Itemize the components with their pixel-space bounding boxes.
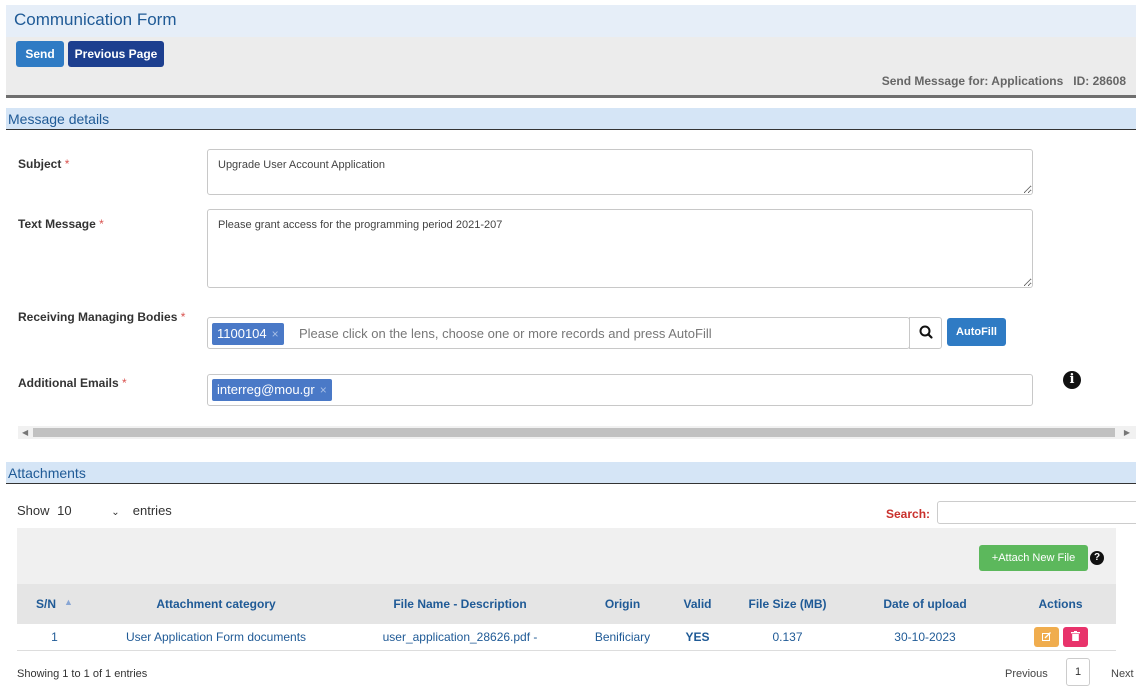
column-header-origin[interactable]: Origin: [580, 584, 665, 624]
delete-button[interactable]: [1062, 626, 1088, 647]
toolbar: Send Previous Page Send Message for: App…: [6, 37, 1136, 98]
column-header-sn[interactable]: S/N ▲: [17, 584, 92, 624]
title-bar: Communication Form: [6, 5, 1136, 37]
email-tag[interactable]: interreg@mou.gr ×: [212, 379, 332, 401]
text-message-label: Text Message *: [18, 217, 104, 231]
receiving-bodies-placeholder: Please click on the lens, choose one or …: [299, 326, 712, 341]
scroll-left-icon[interactable]: ◀: [22, 426, 28, 439]
cell-size: 0.137: [730, 624, 845, 651]
table-header-row: S/N ▲ Attachment category File Name - Des…: [17, 584, 1116, 624]
scrollbar-thumb[interactable]: [33, 428, 1115, 437]
required-mark: *: [99, 217, 104, 231]
additional-emails-select[interactable]: interreg@mou.gr ×: [207, 374, 1033, 406]
attachments-table: S/N ▲ Attachment category File Name - Des…: [17, 584, 1116, 651]
column-header-actions: Actions: [1005, 584, 1116, 624]
pagination-previous[interactable]: Previous: [1005, 668, 1048, 680]
tag-remove-icon[interactable]: ×: [272, 327, 279, 341]
pagination-next[interactable]: Next: [1111, 668, 1134, 680]
table-row: 1 User Application Form documents user_a…: [17, 624, 1116, 651]
cell-category: User Application Form documents: [92, 624, 340, 651]
column-header-label: S/N: [36, 597, 57, 611]
search-icon: [919, 325, 933, 339]
horizontal-scrollbar[interactable]: ◀ ▶: [18, 426, 1136, 439]
additional-emails-label: Additional Emails *: [18, 376, 127, 390]
table-info: Showing 1 to 1 of 1 entries: [17, 668, 148, 680]
cell-origin: Benificiary: [580, 624, 665, 651]
cell-date: 30-10-2023: [845, 624, 1005, 651]
cell-sn: 1: [17, 624, 92, 651]
text-message-label-text: Text Message: [18, 217, 96, 231]
column-header-valid[interactable]: Valid: [665, 584, 730, 624]
send-button[interactable]: Send: [16, 41, 64, 67]
info-icon[interactable]: i: [1063, 371, 1081, 389]
message-details-header: Message details: [6, 108, 1136, 130]
lens-search-button[interactable]: [909, 317, 942, 349]
autofill-button[interactable]: AutoFill: [947, 318, 1006, 346]
search-label: Search:: [886, 507, 931, 521]
subject-label-text: Subject: [18, 157, 62, 171]
tag-remove-icon[interactable]: ×: [320, 383, 327, 397]
text-message-field[interactable]: Please grant access for the programming …: [207, 209, 1033, 288]
subject-field[interactable]: Upgrade User Account Application: [207, 149, 1033, 195]
page-size-select[interactable]: 10 ⌄: [57, 503, 133, 518]
chevron-down-icon: ⌄: [111, 507, 120, 518]
search-input[interactable]: [937, 501, 1136, 524]
attachments-title: Attachments: [8, 465, 86, 481]
entries-label: entries: [132, 503, 172, 518]
help-icon[interactable]: ?: [1090, 551, 1104, 565]
receiving-bodies-label-text: Receiving Managing Bodies: [18, 310, 178, 324]
attachments-header: Attachments: [6, 462, 1136, 484]
column-header-size[interactable]: File Size (MB): [730, 584, 845, 624]
edit-button[interactable]: [1033, 626, 1059, 647]
receiving-bodies-label: Receiving Managing Bodies *: [18, 310, 185, 324]
table-toolbar: [17, 528, 1116, 584]
subject-label: Subject *: [18, 157, 69, 171]
page-size-value: 10: [57, 503, 72, 518]
column-header-category[interactable]: Attachment category: [92, 584, 340, 624]
required-mark: *: [64, 157, 70, 171]
send-message-info: Send Message for: Applications ID: 28608: [881, 74, 1126, 88]
email-tag-label: interreg@mou.gr: [217, 382, 315, 397]
required-mark: *: [122, 376, 127, 390]
trash-icon: [1070, 631, 1080, 642]
column-header-file[interactable]: File Name - Description: [340, 584, 580, 624]
page-title: Communication Form: [14, 10, 177, 29]
required-mark: *: [180, 310, 186, 324]
receiving-bodies-select[interactable]: 1100104 × Please click on the lens, choos…: [207, 317, 910, 349]
show-label: Show: [17, 503, 50, 518]
cell-valid: YES: [665, 624, 730, 651]
column-header-date[interactable]: Date of upload: [845, 584, 1005, 624]
pagination-page-1[interactable]: 1: [1066, 658, 1090, 686]
message-details-title: Message details: [8, 111, 110, 127]
edit-icon: [1041, 631, 1051, 641]
previous-page-button[interactable]: Previous Page: [68, 41, 164, 67]
sort-up-icon: ▲: [64, 597, 73, 607]
show-entries-control: Show 10 ⌄ entries: [17, 503, 172, 518]
managing-body-tag[interactable]: 1100104 ×: [212, 323, 284, 345]
attach-new-file-button[interactable]: +Attach New File: [979, 545, 1088, 571]
additional-emails-label-text: Additional Emails: [18, 376, 119, 390]
cell-actions: [1005, 624, 1116, 651]
cell-file-link[interactable]: user_application_28626.pdf -: [340, 624, 580, 651]
scroll-right-icon[interactable]: ▶: [1124, 426, 1130, 439]
managing-body-tag-label: 1100104: [217, 326, 267, 341]
